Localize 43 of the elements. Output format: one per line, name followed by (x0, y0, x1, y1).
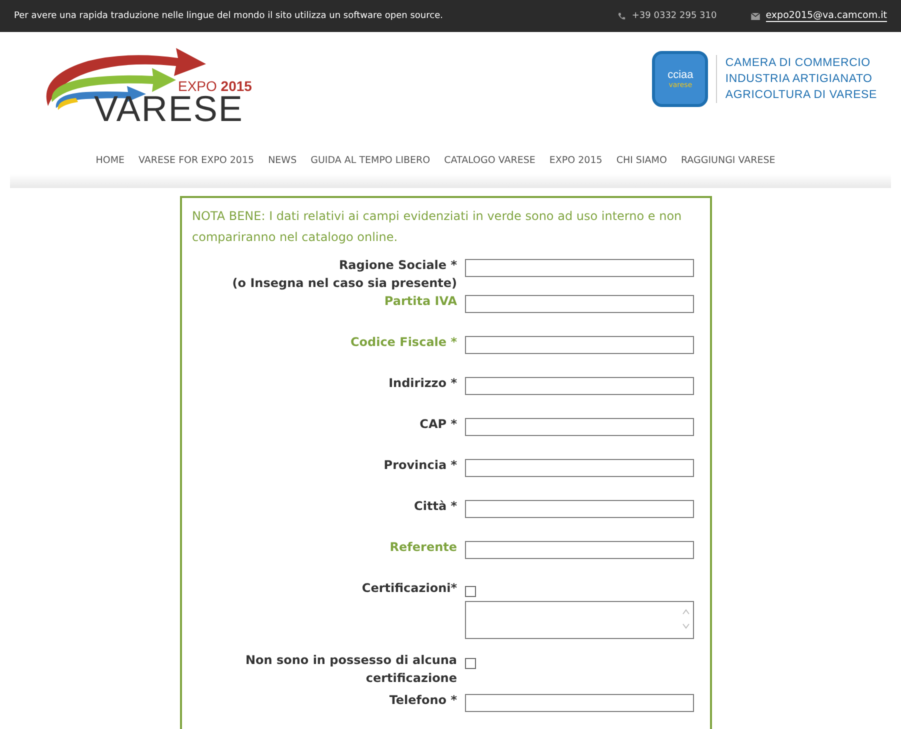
field-label: CAP * (420, 416, 457, 433)
field-label: Ragione Sociale * (338, 257, 457, 274)
nav-link[interactable]: NEWS (268, 154, 297, 166)
field-label: Telefono * (389, 692, 457, 709)
nav-link[interactable]: HOME (96, 154, 125, 166)
field-label: Indirizzo * (388, 375, 457, 392)
input-field[interactable] (465, 336, 694, 354)
input-field[interactable] (465, 418, 694, 436)
field-label: Codice Fiscale * (350, 334, 457, 351)
field-label: Referente (390, 539, 457, 556)
phone-number: +39 0332 295 310 (632, 11, 717, 21)
field-sublabel: (o Insegna nel caso sia presente) (232, 275, 457, 292)
nav-link[interactable]: VARESE FOR EXPO 2015 (138, 154, 254, 166)
chamber-name-line: AGRICOLTURA DI VARESE (725, 88, 877, 103)
checkbox[interactable] (465, 658, 476, 669)
input-field[interactable] (465, 259, 694, 277)
field-label: Città * (414, 498, 457, 515)
field-label: Partita IVA (384, 293, 457, 310)
input-field[interactable] (465, 459, 694, 477)
phone-icon (616, 12, 626, 20)
input-field[interactable] (465, 295, 694, 313)
nav-link[interactable]: GUIDA AL TEMPO LIBERO (310, 154, 430, 166)
text-area[interactable] (465, 601, 694, 639)
form-note: NOTA BENE: I dati relativi ai campi evidenziati in verde sono ad uso interno e non compariranno nel catalogo online. (192, 208, 683, 246)
input-field[interactable] (465, 694, 694, 712)
chamber-name-line: CAMERA DI COMMERCIO (725, 56, 872, 71)
nav-link[interactable]: CATALOGO VARESE (444, 154, 536, 166)
envelope-icon (750, 12, 760, 20)
chamber-name-line: INDUSTRIA ARTIGIANATO (725, 72, 874, 87)
translation-notice: Per avere una rapida traduzione nelle lingue del mondo il sito utilizza un software open source. (14, 11, 444, 21)
input-field[interactable] (465, 541, 694, 559)
badge-title: cciaa (668, 69, 694, 81)
input-field[interactable] (465, 377, 694, 395)
field-label: Non sono in possesso di alcuna certificazione (244, 652, 457, 687)
nav-link[interactable]: CHI SIAMO (616, 154, 667, 166)
nav-link[interactable]: RAGGIUNGI VARESE (680, 154, 776, 166)
field-label: Certificazioni* (362, 580, 457, 597)
email-link[interactable]: expo2015@va.camcom.it (766, 10, 887, 22)
field-label: Provincia * (384, 457, 457, 474)
checkbox[interactable] (465, 586, 476, 597)
nav-link[interactable]: EXPO 2015 (549, 154, 602, 166)
scroll-arrows-icon (681, 607, 691, 631)
input-field[interactable] (465, 500, 694, 518)
